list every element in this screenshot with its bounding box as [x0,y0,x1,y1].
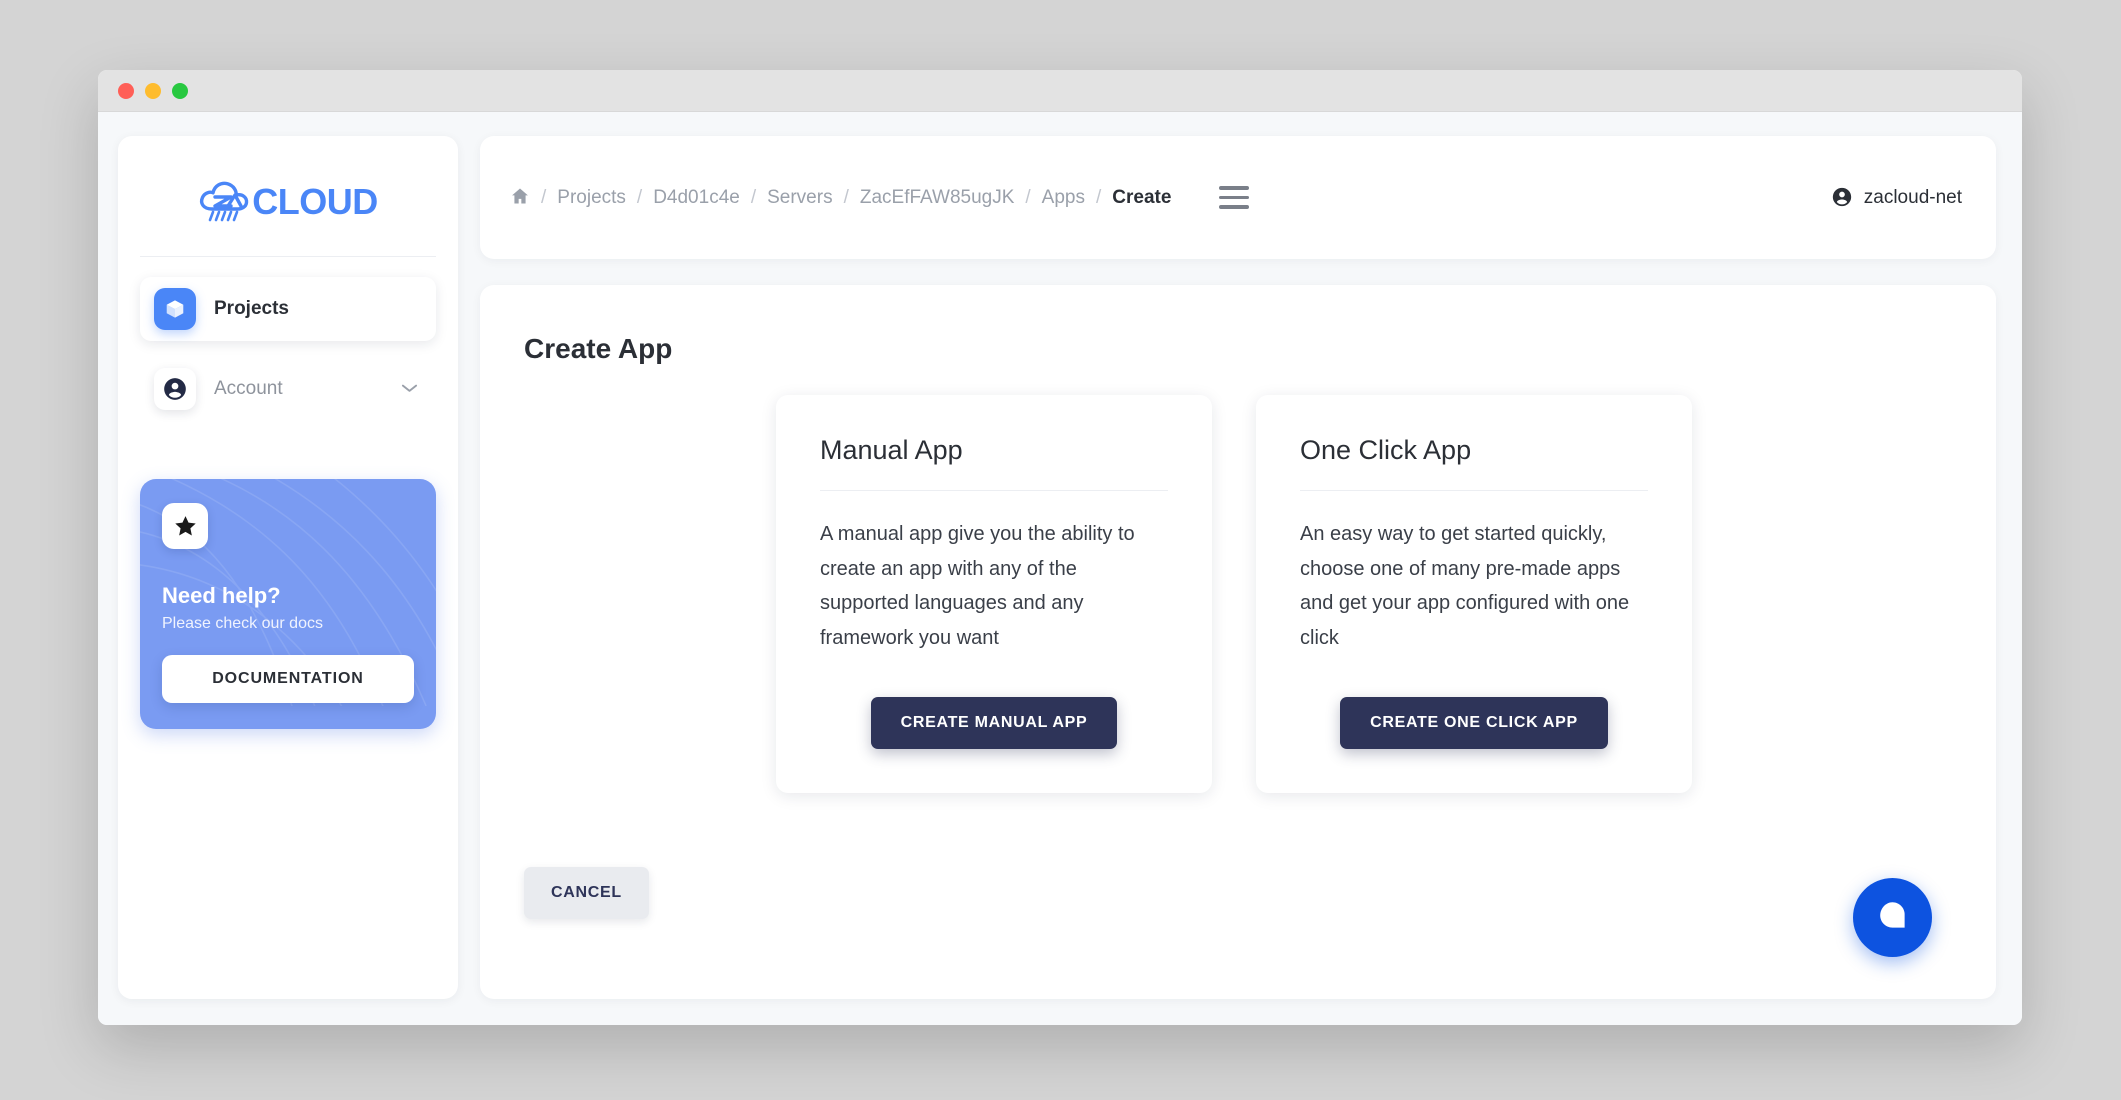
breadcrumb-item-projects[interactable]: Projects [557,187,626,209]
sidebar-item-label: Projects [214,298,289,319]
breadcrumb-item-server-id[interactable]: ZacEfFAW85ugJK [860,187,1015,209]
help-card: Need help? Please check our docs DOCUMEN… [140,479,436,729]
breadcrumb-separator: / [843,186,849,208]
cancel-button[interactable]: CANCEL [524,867,649,920]
help-card-title: Need help? [162,583,281,608]
breadcrumb-separator: / [1095,186,1102,208]
window-titlebar [98,70,2022,112]
create-manual-app-button[interactable]: CREATE MANUAL APP [870,697,1118,750]
window-minimize-button[interactable] [145,82,161,99]
window-maximize-button[interactable] [172,82,188,99]
home-icon [510,187,530,208]
sidebar: CLOUD Projects Account Need help? Please… [118,136,458,999]
za-cloud-logo-icon [200,181,249,222]
chevron-down-icon [401,380,418,398]
cube-icon [154,288,196,330]
hamburger-menu-icon[interactable] [1219,186,1250,209]
user-menu[interactable]: zacloud-net [1831,186,1962,210]
star-icon [162,503,208,549]
manual-app-title: Manual App [820,435,963,465]
create-app-panel: Create App Manual App A manual app give … [480,285,1996,999]
person-circle-icon [154,368,196,410]
sidebar-item-projects[interactable]: Projects [140,277,436,341]
help-card-subtitle: Please check our docs [162,615,323,632]
card-divider [1300,490,1648,491]
one-click-app-card: One Click App An easy way to get started… [1256,395,1692,794]
manual-app-description: A manual app give you the ability to cre… [820,523,1135,649]
brand-logo[interactable]: CLOUD [140,154,436,250]
account-circle-icon [1831,186,1853,210]
main-column: / Projects / D4d01c4e / Servers / ZacEfF… [480,136,1996,999]
browser-window: CLOUD Projects Account Need help? Please… [98,70,2022,1025]
app-type-cards: Manual App A manual app give you the abi… [524,395,1944,794]
window-close-button[interactable] [118,82,134,99]
breadcrumb-separator: / [636,186,643,208]
breadcrumb-separator: / [750,186,757,208]
breadcrumb-home-link[interactable] [510,186,530,209]
chat-widget-button[interactable] [1853,878,1932,957]
card-divider [820,490,1168,491]
sidebar-item-account[interactable]: Account [140,357,436,421]
app-viewport: CLOUD Projects Account Need help? Please… [98,112,2022,1025]
breadcrumb-item-servers[interactable]: Servers [767,187,832,209]
one-click-app-title: One Click App [1300,435,1472,465]
create-one-click-app-button[interactable]: CREATE ONE CLICK APP [1340,697,1608,750]
manual-app-card: Manual App A manual app give you the abi… [776,395,1212,794]
breadcrumb-separator: / [1025,186,1031,208]
hamburger-bar [1219,186,1250,190]
hamburger-bar [1219,205,1250,209]
breadcrumb: / Projects / D4d01c4e / Servers / ZacEfF… [510,186,1171,209]
breadcrumb-item-create: Create [1112,186,1172,208]
sidebar-item-label: Account [214,378,283,399]
chat-bubble-icon [1876,899,1910,936]
breadcrumb-item-project-id[interactable]: D4d01c4e [653,187,740,209]
page-title: Create App [524,333,673,364]
one-click-app-description: An easy way to get started quickly, choo… [1300,523,1630,649]
hamburger-bar [1219,195,1250,200]
brand-logo-text: CLOUD [252,181,378,222]
topbar: / Projects / D4d01c4e / Servers / ZacEfF… [480,136,1996,259]
sidebar-divider [140,256,436,257]
breadcrumb-separator: / [541,186,547,208]
breadcrumb-item-apps[interactable]: Apps [1042,187,1085,209]
user-name: zacloud-net [1863,186,1962,208]
documentation-button[interactable]: DOCUMENTATION [162,655,414,703]
